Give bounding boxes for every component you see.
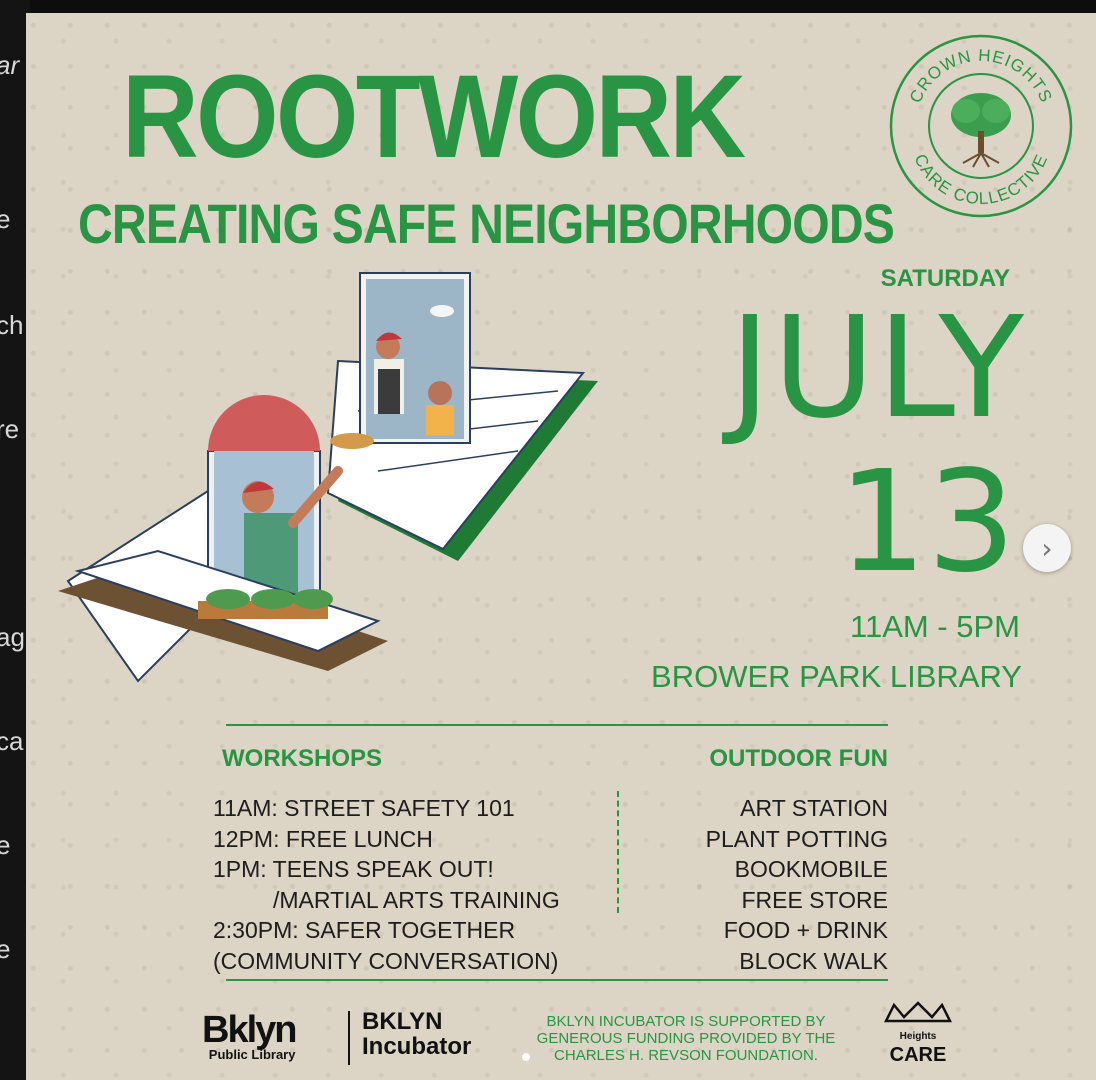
list-item: ART STATION	[740, 795, 888, 821]
logo-bottom-text: CARE COLLECTIVE	[910, 151, 1050, 208]
top-bar	[30, 0, 1096, 13]
svg-text:Heights: Heights	[900, 1031, 937, 1042]
incubator-logo-line1: BKLYN	[362, 1008, 443, 1035]
list-item: (COMMUNITY CONVERSATION)	[213, 947, 559, 974]
logo-separator	[348, 1011, 350, 1065]
list-item: BLOCK WALK	[739, 947, 888, 974]
brooklyn-public-library-logo: Bklyn Public Library	[202, 1009, 297, 1062]
poster-subtitle: CREATING SAFE NEIGHBORHOODS	[78, 192, 895, 255]
sidebar-fragment[interactable]: ca	[0, 726, 23, 757]
event-time: 11AM - 5PM	[850, 609, 1020, 644]
section-divider	[617, 791, 619, 913]
sidebar-fragment[interactable]: e	[0, 830, 10, 861]
list-item: 11AM: STREET SAFETY 101	[213, 795, 515, 821]
tree-icon	[951, 93, 1011, 168]
event-location: BROWER PARK LIBRARY	[651, 659, 1022, 694]
outdoor-fun-heading: OUTDOOR FUN	[709, 745, 888, 772]
list-item: 12PM: FREE LUNCH	[213, 825, 433, 852]
divider-bottom	[226, 979, 888, 981]
event-poster: ROOTWORK CREATING SAFE NEIGHBORHOODS CRO…	[26, 13, 1096, 1080]
illustration-books-windows	[58, 272, 598, 683]
incubator-logo-line2: Incubator	[362, 1033, 472, 1060]
sidebar-fragment[interactable]: ag	[0, 622, 25, 653]
bpl-logo-subtext: Public Library	[208, 1047, 296, 1062]
funding-notice: BKLYN INCUBATOR IS SUPPORTED BY GENEROUS…	[536, 1013, 836, 1064]
chevron-right-icon: ›	[1041, 531, 1053, 565]
list-item: FOOD + DRINK	[723, 917, 888, 943]
list-item: 2:30PM: SAFER TOGETHER	[213, 917, 516, 943]
sidebar-fragment[interactable]: re	[0, 414, 19, 445]
workshops-heading: WORKSHOPS	[222, 745, 383, 772]
workshops-list: 11AM: STREET SAFETY 101 12PM: FREE LUNCH…	[213, 793, 560, 976]
list-item-text: /MARTIAL ARTS TRAINING	[273, 886, 560, 913]
bpl-logo-text: Bklyn	[202, 1009, 297, 1051]
poster-title: ROOTWORK	[122, 51, 746, 183]
event-date: 13	[837, 441, 1016, 604]
list-item: BOOKMOBILE	[734, 856, 888, 882]
sidebar-fragment[interactable]: ch	[0, 310, 23, 341]
event-month: JULY	[729, 287, 1026, 450]
sidebar-fragment[interactable]: e	[0, 934, 10, 965]
bklyn-incubator-logo: BKLYN Incubator	[362, 1009, 471, 1059]
svg-text:CARE: CARE	[890, 1044, 947, 1066]
list-item: 1PM: TEENS SPEAK OUT!	[213, 856, 494, 882]
list-item: /MARTIAL ARTS TRAINING	[213, 885, 560, 916]
sidebar-fragment[interactable]: e	[0, 204, 10, 235]
list-item: PLANT POTTING	[705, 825, 888, 852]
crown-heights-care-collective-logo: CROWN HEIGHTS CARE COLLECTIVE	[889, 34, 1073, 218]
divider-top	[226, 724, 888, 726]
care-co-logo: Heights CARE	[883, 1001, 953, 1066]
carousel-dot[interactable]	[522, 1053, 530, 1061]
outdoor-fun-list: ART STATION PLANT POTTING BOOKMOBILE FRE…	[706, 793, 888, 976]
carousel-next-button[interactable]: ›	[1023, 524, 1071, 572]
list-item: FREE STORE	[741, 886, 888, 913]
svg-text:CARE COLLECTIVE: CARE COLLECTIVE	[910, 151, 1051, 208]
sidebar-fragment[interactable]: ar	[0, 50, 19, 81]
